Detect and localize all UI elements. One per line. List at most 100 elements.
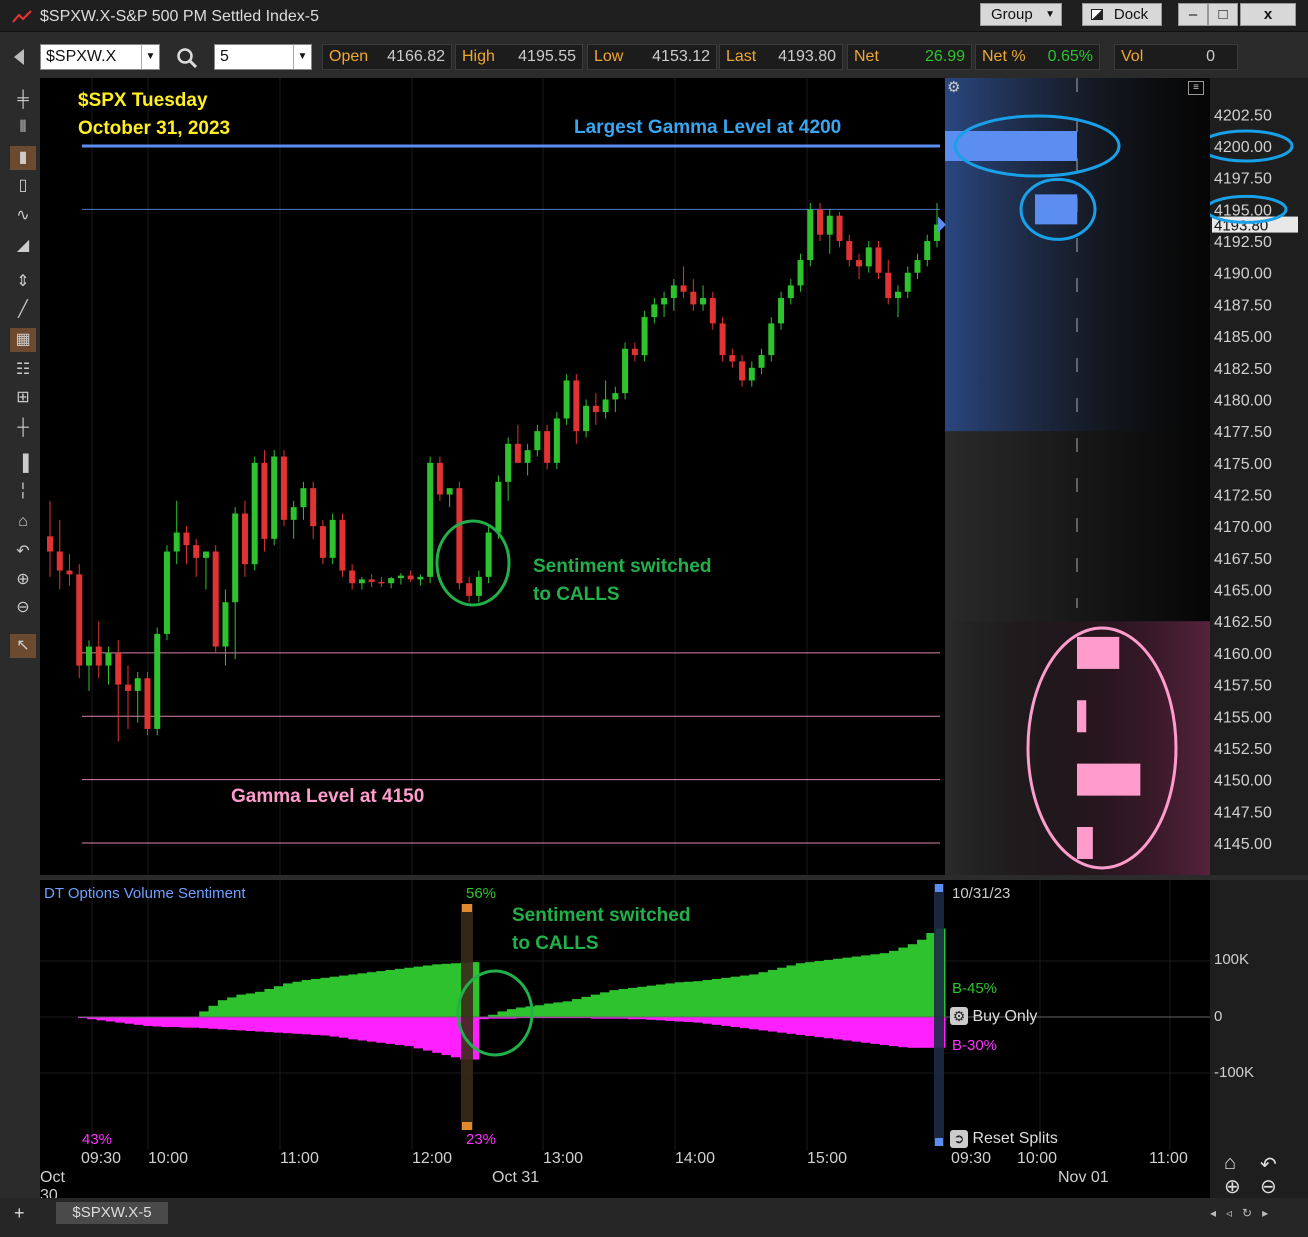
candle-body [212, 551, 219, 647]
symbol-input[interactable]: $SPXW.X ▼ [40, 44, 160, 70]
buy-volume-bar [404, 967, 415, 1017]
undo-icon[interactable]: ↶ [10, 540, 36, 564]
group-dropdown[interactable]: Group ▼ [980, 3, 1062, 26]
pointer-icon[interactable]: ↖ [10, 634, 36, 658]
gamma-4150-label: Gamma Level at 4150 [231, 786, 425, 807]
price-tick-label: 4150.00 [1214, 773, 1272, 790]
sell-volume-bar [348, 1017, 359, 1040]
gamma-bar [1077, 700, 1087, 733]
interval-input[interactable]: 5 ▼ [214, 44, 312, 70]
candle-body [173, 532, 180, 552]
sell-volume-bar [367, 1017, 377, 1042]
tab-chart[interactable]: $SPXW.X-5 [56, 1202, 168, 1224]
zoom-in-icon[interactable]: ⊕ [10, 568, 36, 592]
time-axis[interactable]: 09:30 10:00 11:00 12:00 13:00 14:00 15:0… [40, 1150, 1210, 1204]
drawing-toolbar: ╪ ⫴ ▮ ▯ ∿ ◢ ⇕ ╱ ▦ ☷ ⊞ ┼ ▐ ╎ ⌂ ↶ ⊕ ⊖ ↖ [8, 86, 38, 666]
sell-volume-bar [907, 1017, 918, 1048]
price-tick-label: 4197.50 [1214, 171, 1272, 188]
price-tick-label: 4152.50 [1214, 741, 1272, 758]
sell-volume-bar [795, 1017, 806, 1035]
low-label: Low [594, 48, 624, 65]
buy-volume-bar [833, 958, 843, 1017]
sell-volume-bar [236, 1017, 247, 1031]
fit-vertical-icon[interactable]: ⇕ [10, 270, 36, 294]
sell-volume-bar [889, 1017, 899, 1047]
grid-icon[interactable]: ▦ [10, 328, 36, 352]
buy-only-toggle[interactable]: ⚙ Buy Only [950, 1007, 1037, 1026]
buy-volume-bar [311, 978, 321, 1017]
candle-body [748, 367, 755, 381]
split-marker[interactable] [461, 904, 473, 1130]
gear-icon[interactable]: ⚙ [947, 80, 963, 96]
chevron-down-icon[interactable]: ▼ [293, 45, 311, 69]
close-button[interactable]: x [1240, 3, 1296, 26]
sell-volume-bar [823, 1017, 834, 1039]
split-handle[interactable] [462, 904, 472, 912]
table-icon[interactable]: ☷ [10, 358, 36, 382]
buy-volume-bar [786, 965, 797, 1017]
reset-splits-button[interactable]: ➲ Reset Splits [950, 1130, 1058, 1148]
home-icon[interactable]: ⌂ [1224, 1152, 1236, 1175]
menu-icon[interactable]: ≡ [1188, 81, 1204, 95]
gamma-bar [1077, 636, 1120, 669]
split-handle[interactable] [935, 884, 943, 892]
sell-volume-bar [413, 1017, 424, 1049]
gamma-bar [945, 131, 1077, 161]
price-tick-label: 4182.50 [1214, 361, 1272, 378]
netpct-label: Net % [982, 48, 1026, 65]
candle-body [661, 298, 668, 305]
candle-body [105, 652, 112, 666]
candle-body [475, 576, 482, 596]
zoom-out-icon[interactable]: ⊖ [10, 596, 36, 620]
bar-chart-icon[interactable]: ⫴ [10, 116, 36, 140]
sell-volume-bar [851, 1017, 862, 1042]
candle-body [66, 570, 73, 575]
dock-button[interactable]: Dock [1082, 3, 1162, 26]
price-chart-svg[interactable] [40, 78, 1210, 875]
candle-body [592, 405, 599, 413]
sell-volume-bar [180, 1017, 191, 1028]
price-chart[interactable]: $SPX Tuesday October 31, 2023 Largest Ga… [40, 78, 1210, 875]
candle-body [612, 393, 619, 400]
line-chart-icon[interactable]: ∿ [10, 204, 36, 228]
buy-volume-bar [917, 939, 927, 1017]
price-axis[interactable]: 4202.50 4200.00 4197.50 4195.00 4192.50 4190.… [1210, 78, 1308, 875]
maximize-button[interactable]: □ [1208, 3, 1238, 26]
hollow-candle-icon[interactable]: ▯ [10, 174, 36, 198]
split-marker[interactable] [934, 884, 944, 1146]
add-tab-button[interactable]: + [14, 1203, 25, 1224]
last-label: Last [726, 48, 757, 65]
buy-volume-bar [618, 989, 629, 1017]
area-chart-icon[interactable]: ◢ [10, 234, 36, 258]
zoom-in-icon[interactable]: ⊕ [1224, 1174, 1241, 1199]
candle-body [622, 348, 629, 394]
candle-body [56, 551, 63, 571]
candle-body [817, 209, 824, 235]
price-tick-label: 4192.50 [1214, 234, 1272, 251]
pct-bottom-left: 43% [82, 1131, 113, 1148]
cursor-line-icon[interactable]: ┼ [10, 416, 36, 440]
minimize-button[interactable]: – [1178, 3, 1208, 26]
sell-volume-bar [105, 1017, 116, 1022]
price-tick-label: 4165.00 [1214, 583, 1272, 600]
candle-body [495, 481, 502, 533]
candle-body [758, 355, 765, 368]
nav-icons[interactable]: ◂◃↻▸ [1210, 1206, 1278, 1220]
search-icon[interactable] [176, 47, 198, 69]
candlestick-icon[interactable]: ▮ [10, 146, 36, 170]
price-tick-label: 4145.00 [1214, 836, 1272, 853]
chevron-down-icon[interactable]: ▼ [141, 45, 159, 69]
sell-volume-bar [320, 1017, 331, 1036]
split-handle[interactable] [935, 1138, 943, 1146]
draw-line-icon[interactable]: ╱ [10, 298, 36, 322]
grid-small-icon[interactable]: ⊞ [10, 386, 36, 410]
split-handle[interactable] [462, 1122, 472, 1130]
single-bar-icon[interactable]: ▐ [10, 452, 36, 476]
tick-icon[interactable]: ╎ [10, 480, 36, 504]
candle-body [514, 443, 521, 463]
home-icon[interactable]: ⌂ [10, 510, 36, 534]
sentiment-panel[interactable]: DT Options Volume Sentiment 56% 43% 23% … [40, 880, 1210, 1150]
crosshair-icon[interactable]: ╪ [10, 88, 36, 112]
collapse-left-icon[interactable] [14, 49, 24, 65]
zoom-out-icon[interactable]: ⊖ [1260, 1174, 1277, 1199]
